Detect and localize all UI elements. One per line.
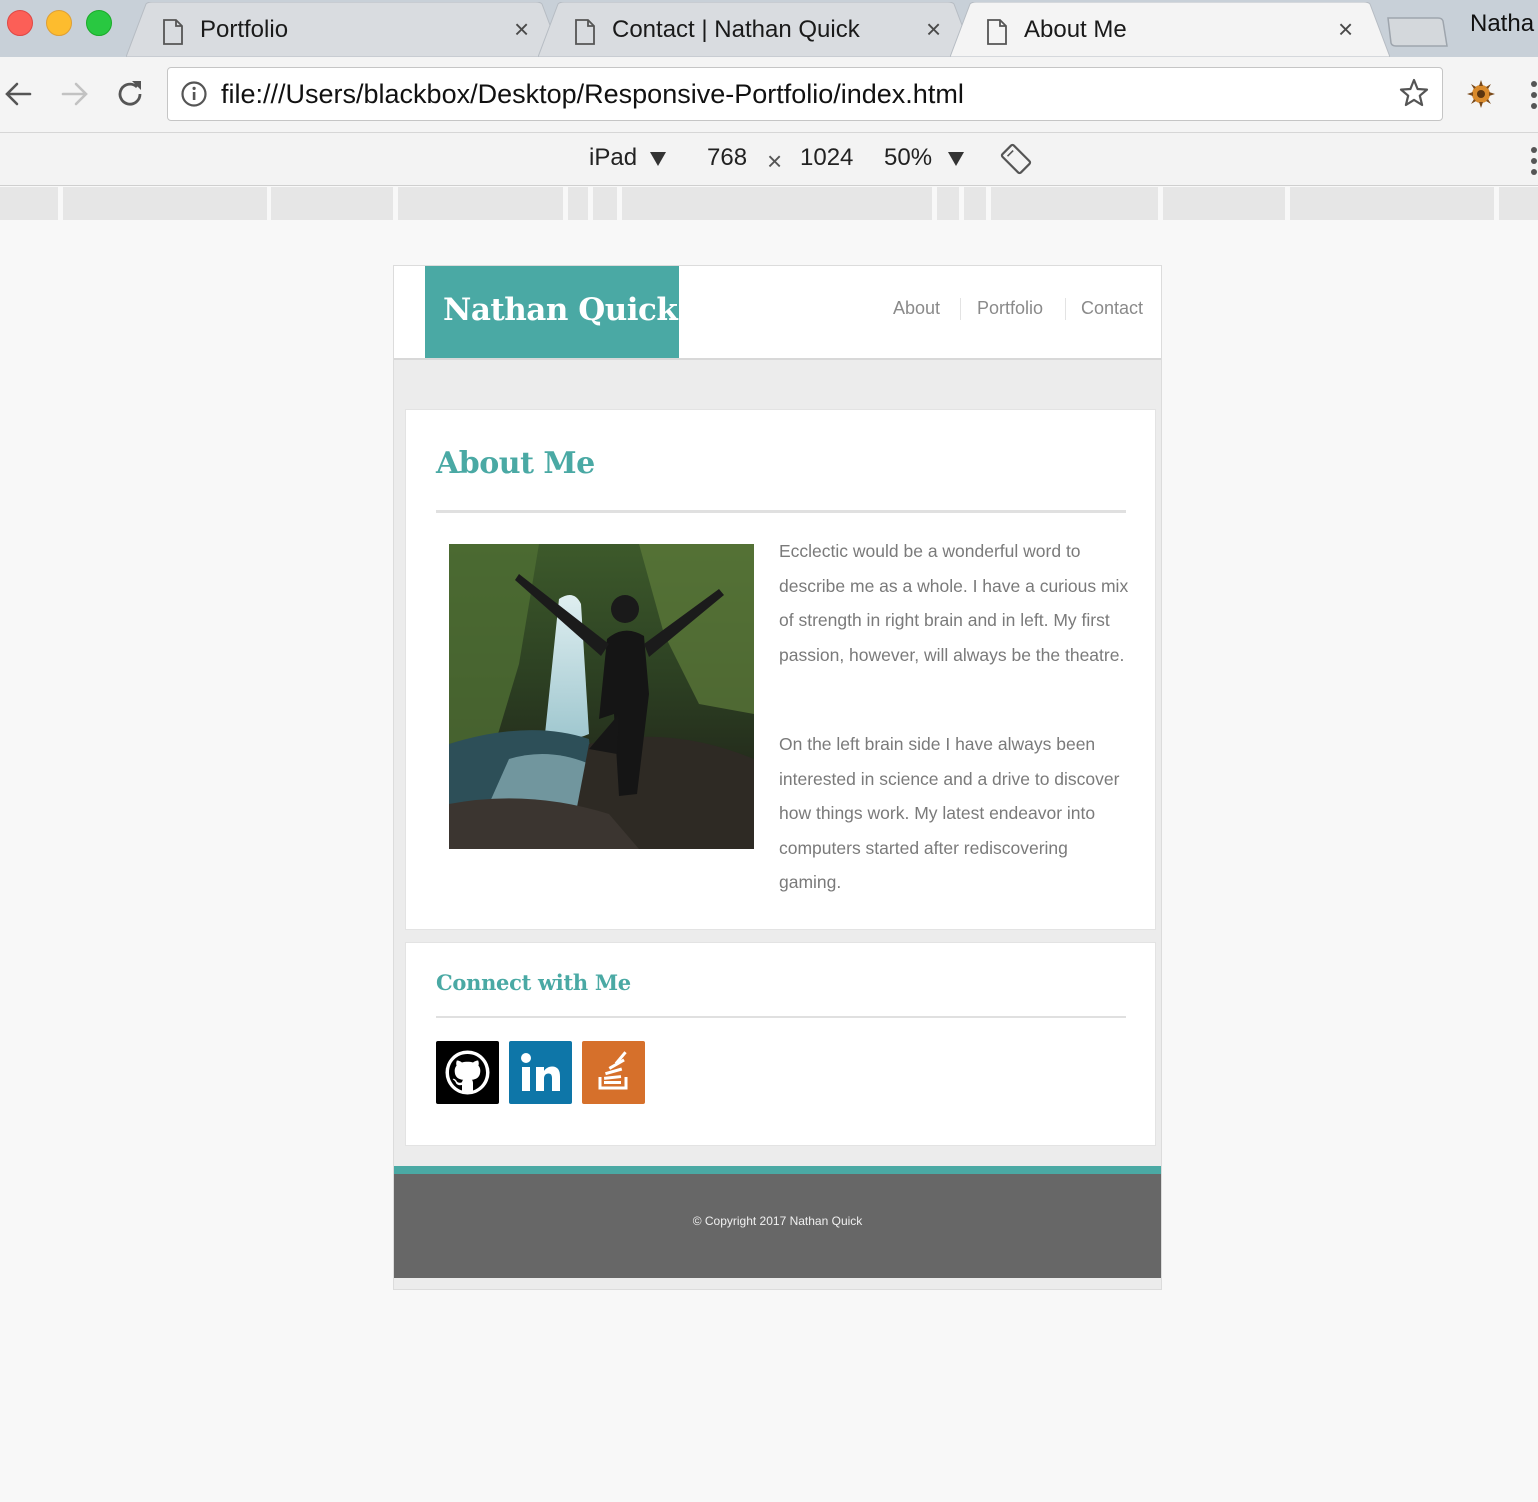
- site-footer: © Copyright 2017 Nathan Quick: [394, 1166, 1161, 1278]
- caret-down-icon[interactable]: [948, 152, 964, 166]
- github-icon[interactable]: [436, 1041, 499, 1104]
- site-logo[interactable]: Nathan Quick: [425, 266, 679, 358]
- connect-heading: Connect with Me: [436, 970, 631, 995]
- media-query-segment[interactable]: [937, 187, 959, 220]
- nav-link-contact[interactable]: Contact: [1081, 298, 1143, 319]
- media-query-segment[interactable]: [991, 187, 1158, 220]
- tab-portfolio[interactable]: Portfolio ×: [126, 2, 562, 57]
- document-icon: [575, 19, 595, 45]
- about-heading: About Me: [436, 446, 595, 481]
- url-text[interactable]: file:///Users/blackbox/Desktop/Responsiv…: [221, 79, 964, 110]
- close-tab-icon[interactable]: ×: [926, 16, 941, 42]
- tab-contact[interactable]: Contact | Nathan Quick ×: [538, 2, 974, 57]
- browser-tab-bar: Portfolio × Contact | Nathan Quick × Abo…: [0, 0, 1538, 57]
- rotate-device-icon[interactable]: [1000, 143, 1032, 175]
- close-tab-icon[interactable]: ×: [1338, 16, 1353, 42]
- close-tab-icon[interactable]: ×: [514, 16, 529, 42]
- logo-text: Nathan Quick: [443, 292, 678, 328]
- connect-card: Connect with Me: [405, 942, 1156, 1146]
- chrome-menu-icon[interactable]: [1528, 79, 1538, 111]
- media-query-bar: [0, 187, 1538, 220]
- forward-arrow-icon[interactable]: [57, 77, 91, 111]
- tab-title: Contact | Nathan Quick: [612, 16, 860, 43]
- document-icon: [163, 19, 183, 45]
- extension-icon[interactable]: [1464, 77, 1498, 111]
- maximize-window-button[interactable]: [86, 10, 112, 36]
- heading-divider: [436, 1016, 1126, 1018]
- tab-title: About Me: [1024, 16, 1127, 43]
- media-query-segment[interactable]: [964, 187, 986, 220]
- media-query-segment[interactable]: [1163, 187, 1285, 220]
- nav-link-portfolio[interactable]: Portfolio: [977, 298, 1043, 319]
- about-card: About Me Ecclectic would be a wonderful …: [405, 409, 1156, 930]
- media-query-segment[interactable]: [398, 187, 563, 220]
- zoom-select[interactable]: 50%: [884, 144, 932, 172]
- media-query-segment[interactable]: [593, 187, 617, 220]
- viewport-height-input[interactable]: 1024: [800, 144, 853, 172]
- device-viewport: Nathan Quick About Portfolio Contact Abo…: [393, 265, 1162, 1290]
- linkedin-icon[interactable]: [509, 1041, 572, 1104]
- bookmark-star-icon[interactable]: [1398, 77, 1430, 109]
- nav-divider: [960, 298, 961, 320]
- about-paragraph: On the left brain side I have always bee…: [779, 734, 1120, 892]
- heading-divider: [436, 510, 1126, 513]
- dimension-separator: ×: [767, 146, 783, 176]
- browser-toolbar: file:///Users/blackbox/Desktop/Responsiv…: [0, 57, 1538, 133]
- media-query-segment[interactable]: [568, 187, 588, 220]
- media-query-segment[interactable]: [271, 187, 393, 220]
- tab-about-me-active[interactable]: About Me ×: [950, 2, 1390, 57]
- viewport-width-input[interactable]: 768: [707, 144, 747, 172]
- device-menu-icon[interactable]: [1528, 145, 1538, 177]
- address-bar[interactable]: file:///Users/blackbox/Desktop/Responsiv…: [167, 67, 1443, 121]
- copyright-text: © Copyright 2017 Nathan Quick: [692, 1214, 863, 1228]
- media-query-segment[interactable]: [1290, 187, 1494, 220]
- profile-photo-waterfall: [449, 544, 754, 849]
- device-select[interactable]: iPad: [589, 144, 637, 172]
- close-window-button[interactable]: [7, 10, 33, 36]
- reload-icon[interactable]: [113, 77, 147, 111]
- minimize-window-button[interactable]: [46, 10, 72, 36]
- document-icon: [987, 19, 1007, 45]
- nav-link-about[interactable]: About: [893, 298, 940, 319]
- back-arrow-icon[interactable]: [2, 77, 36, 111]
- profile-name[interactable]: Natha: [1470, 10, 1534, 38]
- caret-down-icon[interactable]: [650, 152, 666, 166]
- new-tab-button[interactable]: [1386, 16, 1448, 48]
- about-paragraph: Ecclectic would be a wonderful word to d…: [779, 541, 1129, 665]
- media-query-segment[interactable]: [63, 187, 267, 220]
- media-query-segment[interactable]: [622, 187, 932, 220]
- nav-divider: [1065, 298, 1066, 320]
- device-toolbar: iPad 768 × 1024 50%: [0, 133, 1538, 186]
- tab-title: Portfolio: [200, 16, 289, 43]
- media-query-segment[interactable]: [1499, 187, 1538, 220]
- media-query-segment[interactable]: [0, 187, 58, 220]
- site-header: Nathan Quick About Portfolio Contact: [394, 266, 1161, 360]
- info-icon[interactable]: [180, 80, 208, 108]
- stackoverflow-icon[interactable]: [582, 1041, 645, 1104]
